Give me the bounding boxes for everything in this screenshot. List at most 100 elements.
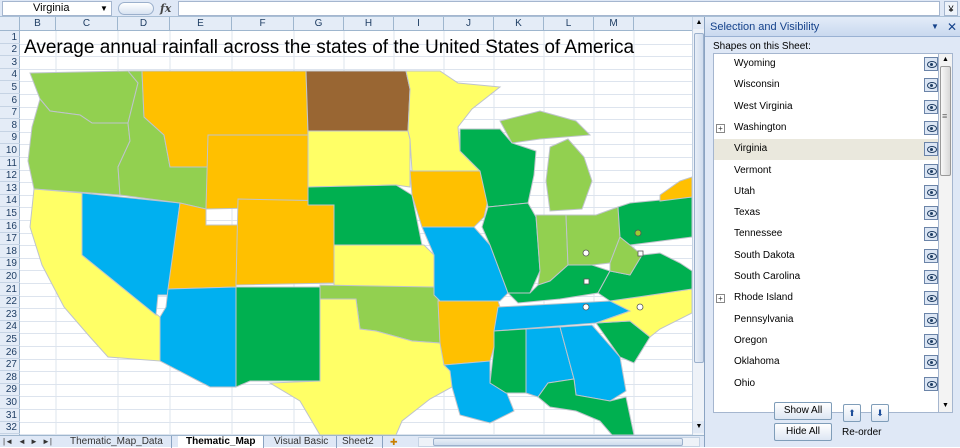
- row-header[interactable]: 11: [0, 157, 20, 170]
- eye-icon[interactable]: [924, 184, 938, 199]
- state-arizona[interactable]: [159, 286, 237, 388]
- eye-icon[interactable]: [924, 78, 938, 93]
- state-new-york[interactable]: [659, 176, 692, 202]
- shape-list-item[interactable]: Wyoming: [714, 54, 938, 75]
- shape-list-item[interactable]: Oregon: [714, 331, 938, 352]
- row-header[interactable]: 22: [0, 296, 20, 308]
- prev-sheet-icon[interactable]: ◄: [18, 436, 26, 448]
- shape-list-item[interactable]: + Rhode Island: [714, 288, 938, 309]
- column-header[interactable]: G: [294, 17, 344, 31]
- shape-list-item[interactable]: Vermont: [714, 161, 938, 182]
- shapes-list[interactable]: Wyoming Wisconsin West Virginia + Washington…: [713, 53, 939, 413]
- hide-all-button[interactable]: Hide All: [774, 423, 832, 441]
- row-header[interactable]: 13: [0, 182, 20, 195]
- state-mississippi[interactable]: [489, 328, 527, 394]
- row-header[interactable]: 5: [0, 81, 20, 94]
- eye-icon[interactable]: [924, 142, 938, 157]
- row-header[interactable]: 20: [0, 270, 20, 283]
- column-header[interactable]: B: [20, 17, 56, 31]
- row-header[interactable]: 32: [0, 422, 20, 434]
- move-down-button[interactable]: ⬇: [871, 404, 889, 422]
- expand-icon[interactable]: +: [716, 123, 725, 133]
- row-header[interactable]: 3: [0, 56, 20, 69]
- column-header[interactable]: C: [56, 17, 118, 31]
- scroll-up-icon[interactable]: ▲: [939, 54, 952, 66]
- tab-visual-basic[interactable]: Visual Basic: [266, 436, 338, 448]
- column-header[interactable]: E: [170, 17, 232, 31]
- show-all-button[interactable]: Show All: [774, 402, 832, 420]
- scroll-thumb[interactable]: [433, 438, 683, 446]
- column-header[interactable]: M: [594, 17, 634, 31]
- state-colorado[interactable]: [235, 198, 335, 286]
- column-header[interactable]: J: [444, 17, 494, 31]
- insert-sheet-icon[interactable]: ✚: [390, 436, 404, 448]
- state-ohio[interactable]: [565, 206, 621, 266]
- eye-icon[interactable]: [924, 57, 938, 71]
- row-header[interactable]: 24: [0, 321, 20, 333]
- chevron-down-icon[interactable]: ▼: [100, 1, 108, 16]
- eye-icon[interactable]: [924, 291, 938, 306]
- formula-resize-handle[interactable]: [118, 2, 154, 15]
- shape-list-item[interactable]: Tennessee: [714, 224, 938, 245]
- state-new-mexico[interactable]: [235, 286, 321, 388]
- eye-icon[interactable]: [924, 355, 938, 370]
- row-header[interactable]: 21: [0, 283, 20, 296]
- tab-sheet2[interactable]: Sheet2: [334, 436, 383, 448]
- state-iowa[interactable]: [409, 170, 491, 228]
- row-header[interactable]: 7: [0, 107, 20, 119]
- row-header[interactable]: 26: [0, 346, 20, 359]
- shapes-list-scrollbar[interactable]: ▲ ▼: [939, 53, 953, 413]
- worksheet-grid[interactable]: BCDEFGHIJKLM 1 2 3 4 5 6 7 8 9 10 11 12 13 14 15 16 17 18…: [0, 17, 692, 435]
- column-header[interactable]: D: [118, 17, 170, 31]
- eye-icon[interactable]: [924, 248, 938, 263]
- move-up-button[interactable]: ⬆: [843, 404, 861, 422]
- eye-icon[interactable]: [924, 163, 938, 178]
- state-arkansas[interactable]: [437, 300, 503, 366]
- state-michigan-lower[interactable]: [545, 138, 593, 212]
- tab-thematic-map-data[interactable]: Thematic_Map_Data: [62, 436, 172, 448]
- scroll-down-icon[interactable]: ▼: [939, 400, 952, 412]
- close-icon[interactable]: ✕: [947, 17, 957, 37]
- select-all-corner[interactable]: [0, 17, 20, 31]
- shape-list-item[interactable]: Wisconsin: [714, 75, 938, 96]
- eye-icon[interactable]: [924, 99, 938, 114]
- column-header[interactable]: K: [494, 17, 544, 31]
- shape-list-item[interactable]: Pennsylvania: [714, 310, 938, 331]
- row-header[interactable]: 1: [0, 31, 20, 44]
- shape-list-item[interactable]: Ohio: [714, 374, 938, 395]
- row-header[interactable]: 28: [0, 371, 20, 384]
- row-header[interactable]: 18: [0, 245, 20, 258]
- row-header[interactable]: 14: [0, 195, 20, 207]
- row-header[interactable]: 8: [0, 119, 20, 132]
- sheet-vertical-scrollbar[interactable]: ▲ ▼: [692, 17, 705, 435]
- shape-list-item[interactable]: South Dakota: [714, 246, 938, 267]
- row-header[interactable]: 10: [0, 144, 20, 157]
- last-sheet-icon[interactable]: ►|: [42, 436, 52, 448]
- name-box[interactable]: Virginia: [2, 1, 112, 16]
- row-header[interactable]: 19: [0, 258, 20, 270]
- row-header[interactable]: 16: [0, 220, 20, 233]
- eye-icon[interactable]: [924, 376, 938, 391]
- insert-function-icon[interactable]: fx: [160, 1, 171, 16]
- first-sheet-icon[interactable]: |◄: [3, 436, 13, 448]
- column-header[interactable]: F: [232, 17, 294, 31]
- state-utah[interactable]: [167, 202, 239, 290]
- row-header[interactable]: 31: [0, 409, 20, 422]
- row-header[interactable]: 27: [0, 359, 20, 371]
- thematic-map[interactable]: [20, 31, 692, 435]
- row-header[interactable]: 6: [0, 94, 20, 107]
- column-header[interactable]: H: [344, 17, 394, 31]
- shape-list-item[interactable]: Oklahoma: [714, 352, 938, 373]
- eye-icon[interactable]: [924, 206, 938, 221]
- expand-formula-bar-icon[interactable]: ¥: [944, 1, 958, 16]
- eye-icon[interactable]: [924, 120, 938, 135]
- scroll-thumb[interactable]: [694, 33, 704, 363]
- shape-list-item[interactable]: Texas: [714, 203, 938, 224]
- shape-list-item[interactable]: West Virginia: [714, 97, 938, 118]
- row-header[interactable]: 4: [0, 69, 20, 81]
- eye-icon[interactable]: [924, 333, 938, 348]
- column-header[interactable]: L: [544, 17, 594, 31]
- shape-list-item[interactable]: Utah: [714, 182, 938, 203]
- row-header[interactable]: 30: [0, 396, 20, 409]
- state-wyoming[interactable]: [205, 134, 309, 210]
